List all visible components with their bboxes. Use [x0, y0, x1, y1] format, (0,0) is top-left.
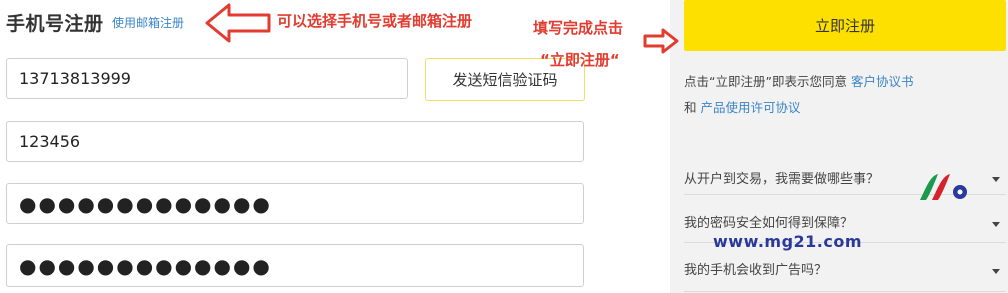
confirm-password-value: ●●●●●●●●●●●●●: [19, 253, 272, 278]
page-title: 手机号注册: [6, 13, 104, 35]
watermark-text: www.mg21.com: [713, 232, 863, 251]
confirm-password-input[interactable]: ●●●●●●●●●●●●●: [6, 244, 584, 287]
faq-question: 我的密码安全如何得到保障？: [684, 216, 854, 231]
register-button[interactable]: 立即注册: [684, 0, 1006, 51]
annotation-arrow-left-icon: [205, 3, 271, 43]
phone-number-value: 13713813999: [19, 69, 131, 88]
password-value: ●●●●●●●●●●●●●: [19, 191, 272, 216]
annotation-submit-note-line1: 填写完成点击: [533, 19, 624, 37]
annotation-arrow-right-icon: [643, 28, 679, 54]
annotation-submit-note-line2: “立即注册“: [540, 51, 620, 69]
agreement-text-2: 和 产品使用许可协议: [684, 97, 801, 116]
verification-code-value: 123456: [19, 132, 81, 151]
license-agreement-link[interactable]: 产品使用许可协议: [701, 100, 801, 115]
customer-agreement-link[interactable]: 客户协议书: [851, 74, 914, 89]
chevron-down-icon: [992, 222, 1000, 227]
agreement-prefix: 点击“立即注册”即表示您同意: [684, 74, 847, 89]
verification-code-input[interactable]: 123456: [6, 121, 584, 162]
faq-question: 从开户到交易，我需要做哪些事？: [684, 172, 880, 187]
faq-question: 我的手机会收到广告吗？: [684, 263, 828, 278]
watermark-logo-icon: [920, 174, 967, 200]
agreement-text: 点击“立即注册”即表示您同意 客户协议书: [684, 71, 913, 90]
chevron-down-icon: [992, 269, 1000, 274]
chevron-down-icon: [992, 177, 1000, 182]
agreement-and: 和: [684, 100, 697, 115]
annotation-switch-note: 可以选择手机号或者邮箱注册: [277, 12, 473, 30]
switch-to-email-link[interactable]: 使用邮箱注册: [112, 14, 184, 31]
phone-number-input[interactable]: 13713813999: [6, 58, 408, 99]
password-input[interactable]: ●●●●●●●●●●●●●: [6, 183, 584, 224]
